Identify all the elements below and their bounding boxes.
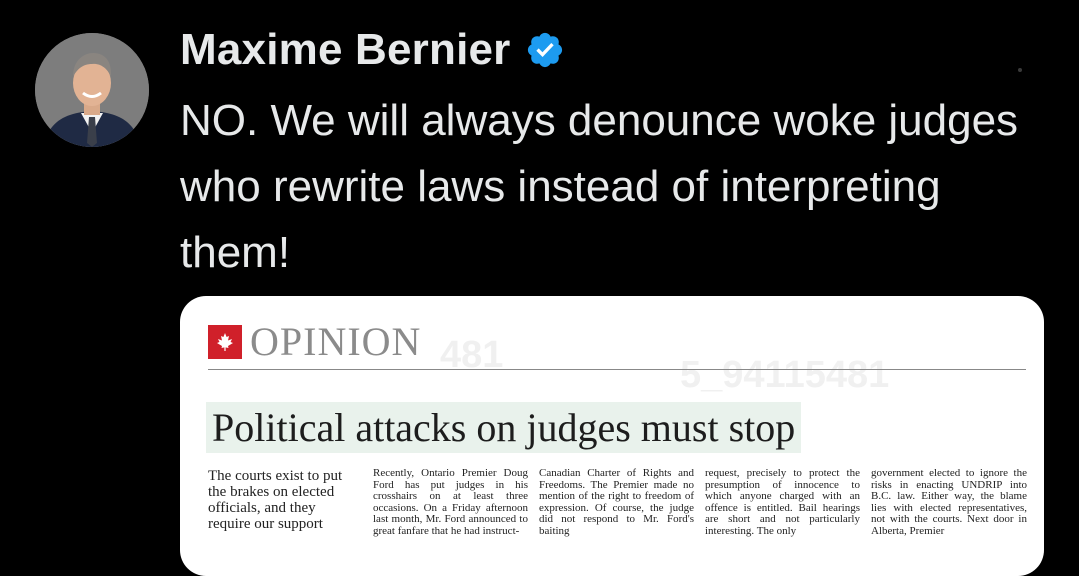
- watermark-text: 5_94115481: [680, 354, 890, 396]
- section-header: OPINION: [208, 318, 421, 365]
- more-options-icon[interactable]: [1018, 68, 1022, 72]
- tweet-text: NO. We will always denounce woke judges …: [180, 96, 1019, 277]
- author-name[interactable]: Maxime Bernier: [180, 25, 511, 75]
- article-deck: The courts exist to put the brakes on el…: [208, 468, 343, 532]
- article-column: government elected to ignore the risks i…: [871, 467, 1027, 537]
- divider: [208, 369, 1026, 370]
- section-label: OPINION: [250, 319, 422, 364]
- article-column: request, precisely to protect the presum…: [705, 467, 860, 537]
- globe-logo-icon: [208, 324, 242, 359]
- attached-image[interactable]: 481 5_94115481 OPINION Political attacks…: [180, 296, 1044, 576]
- article-column: Recently, Ontario Premier Doug Ford has …: [373, 467, 528, 537]
- verified-badge-icon: [527, 32, 562, 68]
- author-avatar[interactable]: [35, 33, 149, 147]
- article-column: Canadian Charter of Rights and Freedoms.…: [539, 467, 694, 537]
- article-headline: Political attacks on judges must stop: [206, 402, 802, 453]
- author-name-row: Maxime Bernier: [180, 22, 565, 78]
- watermark-text: 481: [440, 334, 504, 376]
